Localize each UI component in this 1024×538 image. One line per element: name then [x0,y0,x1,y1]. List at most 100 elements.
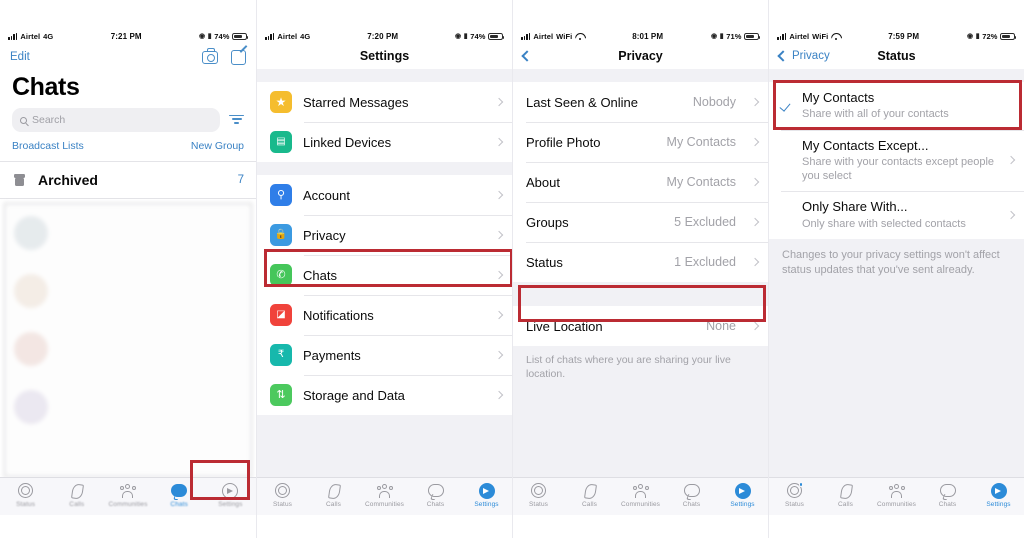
privacy-row-about[interactable]: About My Contacts [513,162,768,202]
chat-bubble-icon [939,482,956,499]
chat-bubble-icon [683,482,700,499]
letterbox-bottom [0,515,256,538]
alarm-icon: ▮ [719,33,724,40]
compose-icon[interactable] [231,49,246,65]
list-item-text [57,390,242,424]
archive-box-icon [14,174,25,186]
row-label: Payments [303,347,361,363]
row-label: Profile Photo [526,134,601,150]
status-rings-icon [531,482,546,499]
privacy-row-groups[interactable]: Groups 5 Excluded [513,202,768,242]
settings-row-storage-and-data[interactable]: ⇅ Storage and Data [257,375,512,415]
list-item[interactable] [5,262,251,320]
archived-row[interactable]: Archived 7 [0,162,256,199]
broadcast-lists-button[interactable]: Broadcast Lists [12,140,84,152]
network-label: WiFi [556,32,573,41]
tab-calls[interactable]: Calls [823,482,869,508]
row-label: Status [526,254,563,270]
tab-label: Calls [582,501,597,508]
settings-row-privacy[interactable]: 🔒 Privacy [257,215,512,255]
search-row: Search [0,108,256,132]
tab-settings[interactable]: Settings [207,482,253,508]
tab-label: Chats [170,501,188,508]
tab-status[interactable]: Status [516,482,562,508]
tab-communities[interactable]: Communities [105,482,151,508]
tab-label: Settings [474,501,499,508]
tab-communities[interactable]: Communities [618,482,664,508]
tab-communities[interactable]: Communities [362,482,408,508]
privacy-scroll[interactable]: Last Seen & Online Nobody Profile Photo … [513,69,768,477]
section-gap [257,162,512,175]
row-label: Starred Messages [303,94,409,110]
privacy-row-last-seen-and-online[interactable]: Last Seen & Online Nobody [513,82,768,122]
phone-icon [326,482,341,499]
tab-settings[interactable]: Settings [976,482,1022,508]
tab-label: Calls [326,501,341,508]
chat-list-blurred[interactable] [4,203,252,477]
section-gap [513,69,768,82]
tab-calls[interactable]: Calls [311,482,357,508]
settings-row-payments[interactable]: ₹ Payments [257,335,512,375]
tab-label: Chats [682,501,701,508]
tab-status[interactable]: Status [3,482,49,508]
privacy-row-status[interactable]: Status 1 Excluded [513,242,768,282]
privacy-row-live-location[interactable]: Live Location None [513,306,768,346]
alarm-icon: ▮ [207,33,212,40]
settings-row-chats[interactable]: ✆ Chats [257,255,512,295]
option-body: Only Share With... Only share with selec… [802,199,999,231]
tab-settings[interactable]: Settings [464,482,510,508]
option-title: My Contacts Except... [802,137,929,153]
edit-button[interactable]: Edit [10,51,30,63]
phone-screen-settings: Airtel 4G 7:20 PM ◉ ▮ 74% Settings ★ Sta… [257,28,512,515]
settings-gear-icon [990,482,1007,499]
settings-scroll[interactable]: ★ Starred Messages ▤ Linked Devices ⚲ Ac… [257,69,512,477]
tab-chats[interactable]: Chats [413,482,459,508]
camera-icon[interactable] [202,48,218,64]
status-option-my-contacts[interactable]: My Contacts Share with all of your conta… [769,82,1024,130]
back-button-privacy[interactable]: Privacy [777,50,830,62]
status-bar-right: ◉ ▮ 71% [711,32,761,41]
tab-calls[interactable]: Calls [54,482,100,508]
broadcast-row: Broadcast Lists New Group [0,132,256,162]
settings-row-account[interactable]: ⚲ Account [257,175,512,215]
tab-label: Chats [938,501,957,508]
tab-communities[interactable]: Communities [874,482,920,508]
tab-status[interactable]: Status [772,482,818,508]
letterbox-top [257,0,512,28]
status-scroll[interactable]: My Contacts Share with all of your conta… [769,69,1024,477]
tab-status[interactable]: Status [260,482,306,508]
status-option-only-share-with[interactable]: Only Share With... Only share with selec… [769,191,1024,239]
privacy-row-profile-photo[interactable]: Profile Photo My Contacts [513,122,768,162]
row-label: Last Seen & Online [526,94,639,110]
back-button[interactable] [521,50,533,62]
chevron-right-icon [750,321,760,331]
tab-chats[interactable]: Chats [669,482,715,508]
location-arrow-icon: ◉ [967,33,974,40]
status-bar: Airtel WiFi 7:59 PM ◉ ▮ 72% [769,28,1024,45]
list-item[interactable] [5,378,251,436]
search-input[interactable]: Search [12,108,220,132]
chat-bubble-icon [171,482,188,499]
tab-settings[interactable]: Settings [720,482,766,508]
tab-chats[interactable]: Chats [925,482,971,508]
list-item[interactable] [5,320,251,378]
row-value: 1 Excluded [674,255,736,269]
nav-bar-settings: Settings [257,45,512,69]
tab-chats[interactable]: Chats [156,482,202,508]
settings-row-notifications[interactable]: ◪ Notifications [257,295,512,335]
tab-calls[interactable]: Calls [567,482,613,508]
panel-chats: Airtel 4G 7:21 PM ◉ ▮ 74% Edit Chats Sea… [0,0,256,538]
communities-icon [632,482,650,499]
row-label: About [526,174,560,190]
settings-row-linked-devices[interactable]: ▤ Linked Devices [257,122,512,162]
status-option-my-contacts-except[interactable]: My Contacts Except... Share with your co… [769,129,1024,192]
settings-gear-icon [222,482,239,499]
new-group-button[interactable]: New Group [191,140,244,152]
list-item[interactable] [5,204,251,262]
section-gap [769,69,1024,82]
settings-row-starred-messages[interactable]: ★ Starred Messages [257,82,512,122]
filter-icon[interactable] [229,114,244,126]
status-bar-right: ◉ ▮ 72% [967,32,1017,41]
network-label: 4G [300,32,311,41]
option-body: My Contacts Share with all of your conta… [802,90,1014,122]
